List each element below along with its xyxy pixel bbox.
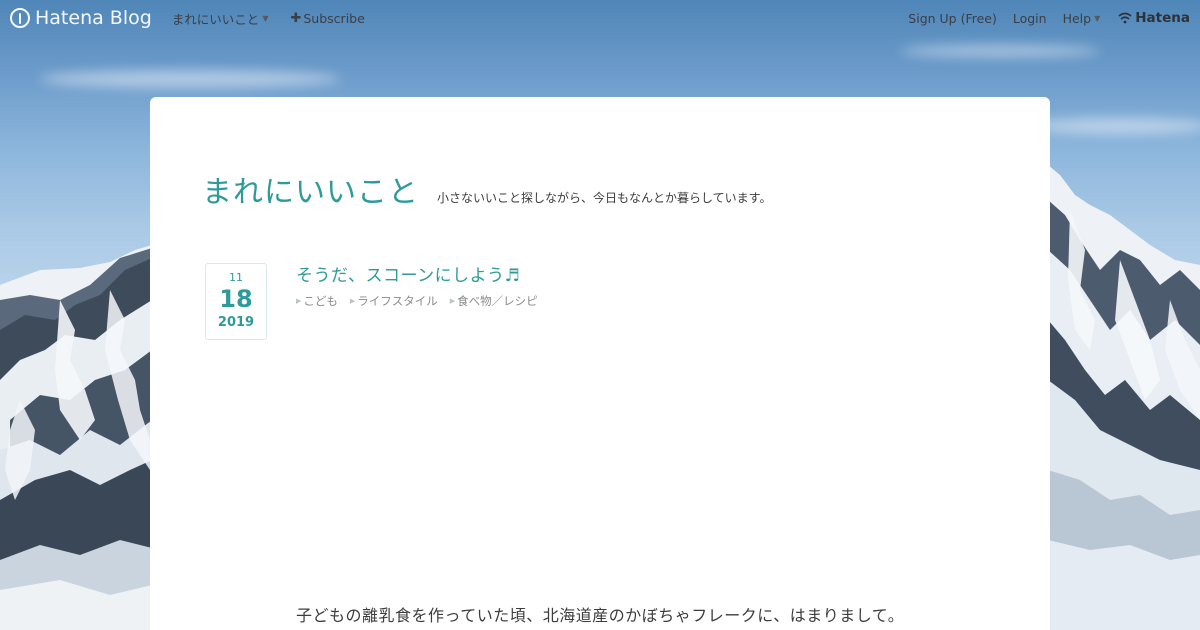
entry-header: そうだ、スコーンにしよう♬ ▶ こども ▶ ライフスタイル ▶ 食べ物／レシピ xyxy=(296,261,996,309)
category-label: ライフスタイル xyxy=(357,294,438,308)
top-navigation-bar: Hatena Blog まれにいいこと ▼ ✚ Subscribe Sign U… xyxy=(0,0,1200,36)
entry-date-month: 11 xyxy=(229,270,243,284)
hatena-label: Hatena xyxy=(1135,10,1190,26)
login-link[interactable]: Login xyxy=(1013,11,1047,26)
category-link-kodomo[interactable]: ▶ こども xyxy=(296,293,338,309)
signup-link[interactable]: Sign Up (Free) xyxy=(908,11,997,26)
entry-date-year: 2019 xyxy=(217,314,255,330)
entry-categories: ▶ こども ▶ ライフスタイル ▶ 食べ物／レシピ xyxy=(296,293,996,309)
caret-down-icon: ▼ xyxy=(262,13,269,23)
caret-down-icon: ▼ xyxy=(1094,13,1101,23)
help-label: Help xyxy=(1062,10,1092,26)
hatena-blog-brand-link[interactable]: Hatena Blog xyxy=(10,7,152,29)
blog-description: 小さないいこと探しながら、今日もなんとか暮らしています。 xyxy=(437,191,772,205)
entry-date-box[interactable]: 11 18 2019 xyxy=(205,263,267,340)
blog-content-card: まれにいいこと 小さないいこと探しながら、今日もなんとか暮らしています。 11 … xyxy=(150,97,1050,630)
hatena-logo-icon xyxy=(1118,12,1132,24)
blog-header: まれにいいこと 小さないいこと探しながら、今日もなんとか暮らしています。 xyxy=(202,167,771,211)
hatena-blog-logo-icon xyxy=(10,8,30,28)
entry-body-text: 子どもの離乳食を作っていた頃、北海道産のかぼちゃフレークに、はまりまして。 xyxy=(296,606,905,625)
category-label: 食べ物／レシピ xyxy=(457,294,538,308)
category-link-lifestyle[interactable]: ▶ ライフスタイル xyxy=(350,293,438,309)
topbar-left-group: Hatena Blog まれにいいこと ▼ ✚ Subscribe xyxy=(10,0,387,36)
plus-icon: ✚ xyxy=(290,10,302,26)
blog-title-link[interactable]: まれにいいこと xyxy=(202,167,419,211)
blog-menu-label: まれにいいこと xyxy=(171,11,260,27)
entry-title-link[interactable]: そうだ、スコーンにしよう♬ xyxy=(296,266,520,286)
category-label: こども xyxy=(303,294,338,308)
help-dropdown[interactable]: Help ▼ xyxy=(1063,11,1101,26)
subscribe-label: Subscribe xyxy=(303,10,365,26)
subscribe-button[interactable]: ✚ Subscribe xyxy=(290,11,364,26)
triangle-right-icon: ▶ xyxy=(349,297,356,305)
entry-date-day: 18 xyxy=(219,284,253,313)
hatena-link[interactable]: Hatena xyxy=(1118,10,1190,26)
topbar-right-group: Sign Up (Free) Login Help ▼ Hatena xyxy=(892,0,1190,36)
triangle-right-icon: ▶ xyxy=(296,297,302,305)
brand-label: Hatena Blog xyxy=(35,7,152,29)
blog-menu-dropdown[interactable]: まれにいいこと ▼ xyxy=(172,9,269,28)
triangle-right-icon: ▶ xyxy=(449,297,456,305)
category-link-food-recipe[interactable]: ▶ 食べ物／レシピ xyxy=(450,293,538,309)
